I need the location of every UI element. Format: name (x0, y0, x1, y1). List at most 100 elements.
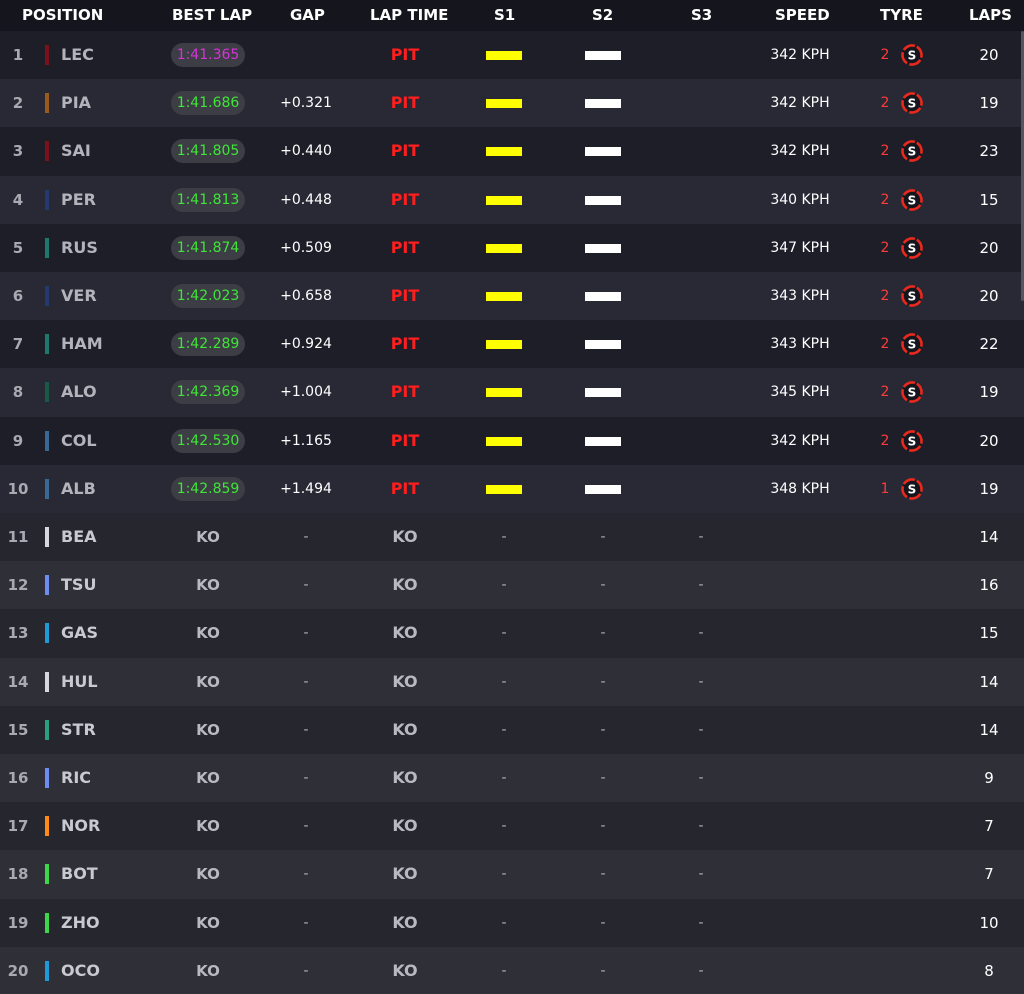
header-speed[interactable]: SPEED (775, 0, 830, 31)
team-color-bar (45, 334, 49, 355)
position-number: 16 (7, 769, 29, 787)
table-row[interactable]: 1 LEC 1:41.365 PIT 342 KPH 2 S 20 (0, 31, 1024, 80)
table-row[interactable]: 13 GAS KO - KO - - - 15 (0, 609, 1024, 658)
speed-value: 342 KPH (770, 95, 830, 112)
driver-code: BEA (61, 527, 97, 546)
best-lap-ko: KO (196, 576, 220, 595)
speed-value: 340 KPH (770, 191, 830, 208)
gap-value: +1.494 (280, 480, 332, 497)
header-best-lap[interactable]: BEST LAP (172, 0, 252, 31)
tyre-compound-letter: S (908, 48, 917, 62)
table-row[interactable]: 8 ALO 1:42.369 +1.004 PIT 345 KPH 2 S 19 (0, 368, 1024, 417)
team-color-bar (45, 189, 49, 210)
position-number: 4 (12, 190, 24, 209)
table-row[interactable]: 17 NOR KO - KO - - - 7 (0, 802, 1024, 851)
header-position[interactable]: POSITION (22, 0, 103, 31)
header-tyre[interactable]: TYRE (880, 0, 923, 31)
table-row[interactable]: 9 COL 1:42.530 +1.165 PIT 342 KPH 2 S 20 (0, 416, 1024, 465)
laps-count: 19 (979, 383, 999, 402)
gap-value: +0.440 (280, 143, 332, 160)
sector-1-indicator (486, 243, 522, 253)
laps-count: 14 (979, 720, 999, 739)
laps-count: 19 (979, 479, 999, 498)
laps-count: 7 (984, 817, 994, 836)
gap-value: +1.004 (280, 384, 332, 401)
sector-1-value: - (501, 818, 507, 835)
sector-3-value: - (698, 818, 704, 835)
laps-count: 15 (979, 624, 999, 643)
table-row[interactable]: 11 BEA KO - KO - - - 14 (0, 513, 1024, 562)
table-row[interactable]: 15 STR KO - KO - - - 14 (0, 705, 1024, 754)
driver-code: GAS (61, 623, 99, 643)
header-s3[interactable]: S3 (691, 0, 712, 31)
table-row[interactable]: 10 ALB 1:42.859 +1.494 PIT 348 KPH 1 S 19 (0, 464, 1024, 513)
speed-value: 342 KPH (770, 143, 830, 160)
tyre-age: 2 (880, 288, 890, 304)
position-number: 6 (12, 287, 24, 305)
tyre-compound-letter: S (908, 97, 917, 111)
table-row[interactable]: 2 PIA 1:41.686 +0.321 PIT 342 KPH 2 S 19 (0, 79, 1024, 128)
sector-2-value: - (600, 673, 606, 690)
best-lap-time: 1:42.289 (171, 332, 245, 357)
best-lap-time: 1:41.813 (171, 187, 245, 212)
tyre-age: 2 (880, 239, 890, 256)
table-row[interactable]: 19 ZHO KO - KO - - - 10 (0, 898, 1024, 947)
sector-2-indicator (585, 51, 621, 60)
driver-code: PIA (61, 93, 92, 113)
team-color-bar (45, 768, 49, 788)
best-lap-time: 1:42.859 (171, 476, 245, 501)
gap-value: - (303, 962, 309, 979)
timing-board: POSITION BEST LAP GAP LAP TIME S1 S2 S3 … (0, 0, 1024, 994)
speed-value: 343 KPH (770, 336, 830, 353)
tyre-compound-letter: S (908, 386, 917, 400)
table-row[interactable]: 12 TSU KO - KO - - - 16 (0, 561, 1024, 610)
tyre-compound-letter: S (908, 434, 917, 448)
tyre-age: 2 (880, 336, 890, 353)
header-gap[interactable]: GAP (290, 0, 325, 31)
team-color-bar (45, 527, 49, 547)
sector-1-indicator (486, 147, 522, 157)
gap-value: +0.509 (280, 239, 332, 256)
table-row[interactable]: 5 RUS 1:41.874 +0.509 PIT 347 KPH 2 S 20 (0, 223, 1024, 272)
sector-3-value: - (698, 577, 704, 594)
table-row[interactable]: 18 BOT KO - KO - - - 7 (0, 850, 1024, 899)
best-lap-ko: KO (196, 865, 220, 884)
laps-count: 16 (979, 576, 999, 595)
table-row[interactable]: 14 HUL KO - KO - - - 14 (0, 657, 1024, 706)
gap-value: +1.165 (280, 432, 332, 449)
sector-1-indicator (486, 388, 522, 398)
tyre-age: 2 (880, 384, 890, 401)
lap-time-pit: PIT (390, 237, 420, 257)
sector-1-indicator (486, 484, 522, 494)
header-s1[interactable]: S1 (494, 0, 515, 31)
table-row[interactable]: 6 VER 1:42.023 +0.658 PIT 343 KPH 2 S 20 (0, 272, 1024, 321)
driver-code: COL (61, 430, 97, 450)
sector-1-indicator (486, 195, 522, 205)
best-lap-time: 1:41.874 (171, 235, 245, 260)
speed-value: 343 KPH (770, 288, 830, 304)
lap-time-pit: PIT (390, 430, 420, 450)
table-row[interactable]: 3 SAI 1:41.805 +0.440 PIT 342 KPH 2 S 23 (0, 127, 1024, 176)
lap-time-ko: KO (392, 719, 418, 739)
driver-code: TSU (61, 575, 97, 595)
header-lap-time[interactable]: LAP TIME (370, 0, 448, 31)
table-row[interactable]: 20 OCO KO - KO - - - 8 (0, 946, 1024, 994)
table-row[interactable]: 4 PER 1:41.813 +0.448 PIT 340 KPH 2 S 15 (0, 175, 1024, 224)
gap-value: - (303, 721, 309, 738)
header-s2[interactable]: S2 (592, 0, 613, 31)
team-color-bar (45, 45, 49, 65)
team-color-bar (45, 671, 49, 692)
table-row[interactable]: 7 HAM 1:42.289 +0.924 PIT 343 KPH 2 S 22 (0, 320, 1024, 369)
best-lap-ko: KO (196, 817, 220, 836)
team-color-bar (45, 864, 49, 885)
lap-time-pit: PIT (390, 286, 420, 305)
sector-1-value: - (501, 529, 507, 545)
table-row[interactable]: 16 RIC KO - KO - - - 9 (0, 754, 1024, 803)
best-lap-ko: KO (196, 720, 220, 739)
sector-2-indicator (585, 292, 621, 301)
position-number: 2 (12, 94, 24, 113)
lap-time-ko: KO (392, 768, 418, 787)
header-laps[interactable]: LAPS (969, 0, 1012, 31)
gap-value: - (303, 625, 309, 642)
driver-code: VER (61, 286, 97, 305)
